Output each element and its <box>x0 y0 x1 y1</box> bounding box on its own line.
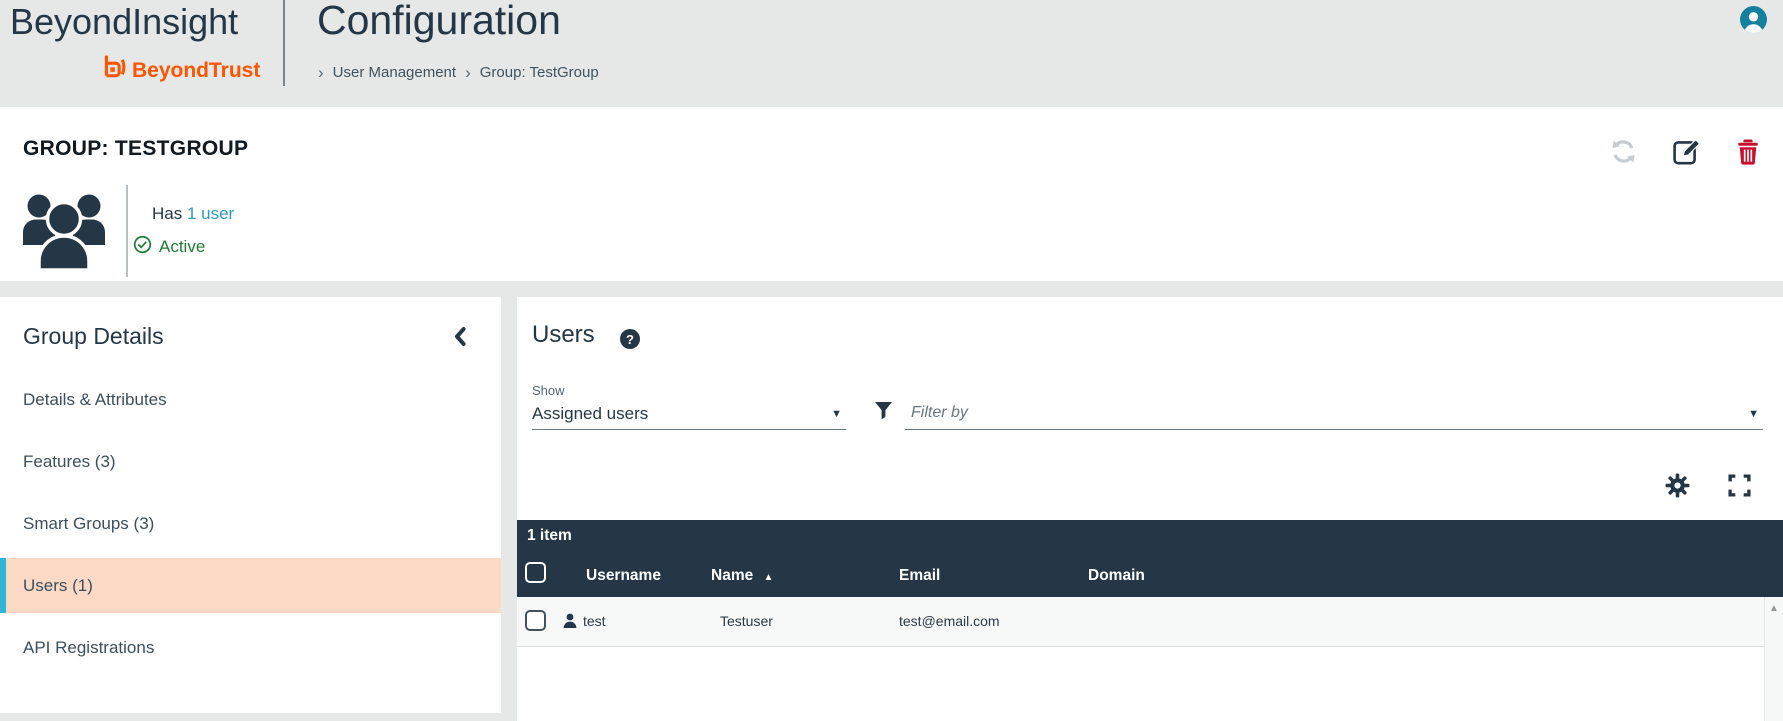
sidebar-item-features[interactable]: Features (3) <box>0 434 501 489</box>
table-row: test Testuser test@email.com <box>517 597 1764 647</box>
brand-name: BeyondTrust <box>132 59 260 83</box>
expand-fullscreen-icon[interactable] <box>1727 473 1752 498</box>
status-badge: Active <box>159 237 205 257</box>
cell-name: Testuser <box>720 613 773 629</box>
scroll-up-arrow-icon[interactable]: ▲ <box>1765 597 1783 614</box>
group-title: GROUP: TESTGROUP <box>23 137 248 161</box>
user-count-link[interactable]: 1 user <box>187 204 234 223</box>
membership-line: Has 1 user <box>152 204 234 224</box>
select-all-checkbox[interactable] <box>525 562 546 583</box>
cell-email: test@email.com <box>899 613 1000 629</box>
breadcrumb: › User Management › Group: TestGroup <box>318 64 599 81</box>
brand-logo: BeyondTrust <box>100 54 260 88</box>
help-icon[interactable]: ? <box>620 329 640 349</box>
users-panel: Users ? Show Assigned users ▼ ▼ <box>517 297 1783 721</box>
app-name: BeyondInsight <box>10 1 238 43</box>
breadcrumb-user-management[interactable]: User Management <box>333 64 456 81</box>
sidebar-item-users[interactable]: Users (1) <box>0 558 501 613</box>
delete-trash-icon[interactable] <box>1736 139 1760 165</box>
show-label: Show <box>532 383 565 398</box>
filter-input[interactable] <box>905 404 1748 424</box>
beyondtrust-logo-icon <box>100 54 126 88</box>
filter-funnel-icon <box>874 401 893 425</box>
table-actions <box>1665 473 1752 498</box>
group-summary-panel: GROUP: TESTGROUP Has 1 user <box>0 107 1783 281</box>
filter-field: ▼ <box>905 398 1763 430</box>
table-scrollbar[interactable]: ▲ <box>1764 597 1783 721</box>
column-header-name[interactable]: Name ▲ <box>711 567 773 585</box>
user-person-icon <box>563 613 577 633</box>
breadcrumb-group-testgroup[interactable]: Group: TestGroup <box>480 64 599 81</box>
sidebar-item-details-attributes[interactable]: Details & Attributes <box>0 372 501 427</box>
sidebar-item-smart-groups[interactable]: Smart Groups (3) <box>0 496 501 551</box>
edit-icon[interactable] <box>1673 138 1700 165</box>
table-header: 1 item Username Name ▲ Email Domain <box>517 520 1783 597</box>
header-divider <box>283 0 285 86</box>
column-header-username[interactable]: Username <box>586 567 661 585</box>
check-circle-icon <box>133 235 152 259</box>
row-checkbox[interactable] <box>525 610 546 631</box>
status-line: Active <box>133 235 205 259</box>
settings-gear-icon[interactable] <box>1665 473 1690 498</box>
column-header-email[interactable]: Email <box>899 567 940 585</box>
show-select[interactable]: Assigned users ▼ <box>532 398 846 430</box>
group-divider <box>126 185 128 277</box>
chevron-down-icon: ▼ <box>831 408 842 420</box>
user-avatar-icon[interactable] <box>1740 6 1767 33</box>
column-header-domain[interactable]: Domain <box>1088 567 1145 585</box>
chevron-right-icon: › <box>465 65 471 80</box>
page-title: Configuration <box>317 0 561 44</box>
group-details-sidebar: Group Details Details & Attributes Featu… <box>0 297 501 713</box>
sidebar-title: Group Details <box>23 323 164 350</box>
membership-prefix: Has <box>152 204 182 223</box>
group-actions <box>1610 138 1760 165</box>
show-select-value: Assigned users <box>532 404 648 424</box>
cell-username: test <box>583 613 606 629</box>
chevron-right-icon: › <box>318 65 324 80</box>
group-people-icon <box>22 181 106 276</box>
collapse-chevron-left-icon[interactable] <box>450 325 471 353</box>
chevron-down-icon: ▼ <box>1748 408 1759 420</box>
items-count: 1 item <box>527 527 572 545</box>
sort-ascending-icon: ▲ <box>764 572 774 583</box>
sidebar-item-api-registrations[interactable]: API Registrations <box>0 620 501 675</box>
refresh-icon[interactable] <box>1610 138 1637 165</box>
page: BeyondInsight BeyondTrust Configuration … <box>0 0 1783 721</box>
users-panel-title: Users <box>532 321 595 349</box>
